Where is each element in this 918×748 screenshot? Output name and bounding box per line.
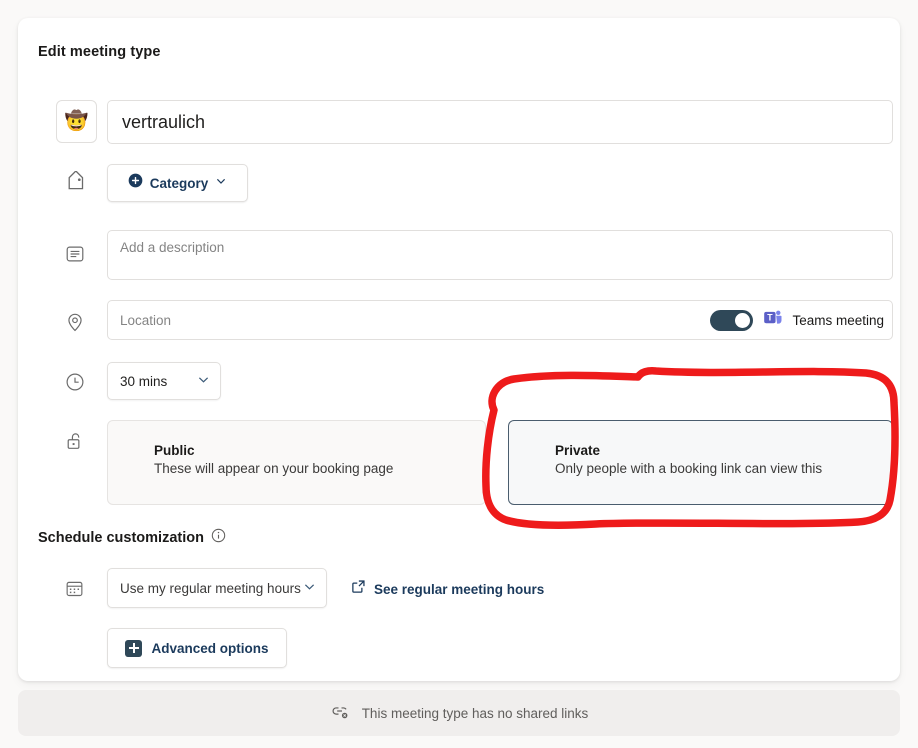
privacy-public-description: These will appear on your booking page: [154, 461, 394, 476]
meeting-hours-value: Use my regular meeting hours: [120, 580, 301, 596]
shared-links-status-bar: This meeting type has no shared links: [18, 690, 900, 736]
cowboy-hat-face-emoji: 🤠: [64, 111, 89, 132]
toggle-knob: [735, 312, 751, 328]
see-regular-meeting-hours-link[interactable]: See regular meeting hours: [351, 579, 544, 599]
teams-meeting-label: Teams meeting: [792, 312, 884, 328]
privacy-public-title: Public: [154, 443, 195, 458]
page-title: Edit meeting type: [38, 44, 161, 60]
tag-icon: [64, 170, 88, 200]
info-icon[interactable]: [211, 528, 226, 548]
privacy-option-private[interactable]: Private Only people with a booking link …: [508, 420, 893, 505]
shared-links-status-text: This meeting type has no shared links: [361, 705, 589, 721]
chevron-down-icon: [197, 373, 210, 389]
schedule-customization-header: Schedule customization: [38, 528, 226, 548]
external-link-icon: [351, 579, 366, 599]
link-off-icon: [330, 701, 350, 726]
teams-meeting-control: T Teams meeting: [710, 307, 884, 333]
teams-logo-icon: T: [762, 307, 783, 333]
chevron-down-icon: [303, 580, 316, 596]
privacy-private-description: Only people with a booking link can view…: [555, 461, 823, 476]
description-placeholder: Add a description: [120, 240, 225, 255]
clock-icon: [64, 371, 86, 398]
edit-meeting-type-panel: Edit meeting type 🤠 Category: [18, 18, 900, 681]
emoji-picker-button[interactable]: 🤠: [56, 100, 97, 143]
duration-dropdown[interactable]: 30 mins: [107, 362, 221, 400]
category-label: Category: [149, 175, 209, 191]
privacy-option-public[interactable]: Public These will appear on your booking…: [107, 420, 486, 505]
location-pin-icon: [64, 311, 86, 338]
advanced-options-button[interactable]: Advanced options: [107, 628, 287, 668]
svg-text:T: T: [768, 312, 774, 322]
chevron-down-icon: [215, 174, 227, 192]
unlocked-padlock-icon: [64, 430, 86, 457]
teams-meeting-toggle[interactable]: [710, 309, 754, 331]
add-category-button[interactable]: Category: [107, 164, 248, 202]
meeting-name-input[interactable]: [107, 100, 893, 144]
privacy-private-title: Private: [555, 443, 601, 458]
location-placeholder: Location: [120, 312, 172, 328]
description-icon: [64, 243, 86, 270]
plus-circle-icon: [128, 173, 143, 193]
duration-value: 30 mins: [120, 373, 168, 389]
advanced-options-label: Advanced options: [151, 640, 269, 656]
schedule-customization-title: Schedule customization: [38, 530, 204, 546]
meeting-hours-dropdown[interactable]: Use my regular meeting hours: [107, 568, 327, 608]
location-field[interactable]: Location T Teams meeting: [107, 300, 893, 340]
description-field[interactable]: Add a description: [107, 230, 893, 280]
app-root: Edit meeting type 🤠 Category: [0, 0, 918, 748]
see-regular-meeting-hours-label: See regular meeting hours: [374, 581, 545, 597]
calendar-icon: [64, 578, 85, 604]
plus-square-icon: [125, 639, 143, 657]
